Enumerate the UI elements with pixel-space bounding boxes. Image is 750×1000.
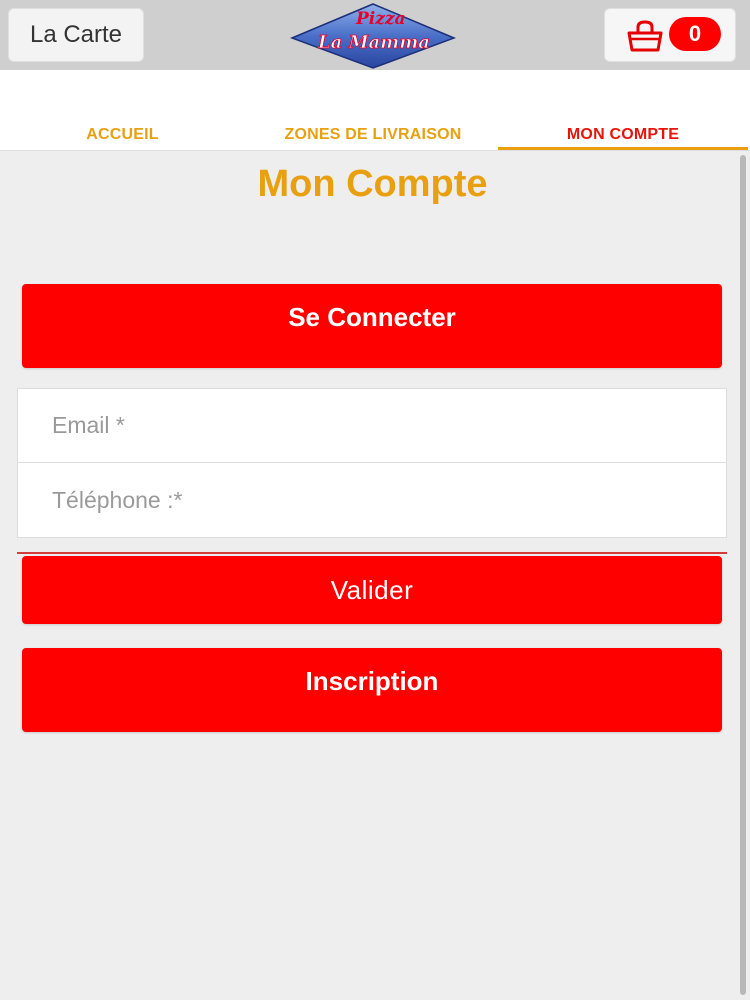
tab-zones-de-livraison[interactable]: ZONES DE LIVRAISON (250, 118, 496, 152)
pizza-la-mamma-logo[interactable]: Pizza La Mamma (288, 0, 458, 70)
cart-button[interactable]: 0 (604, 8, 736, 62)
account-page: Mon Compte Se Connecter Email * Téléphon… (0, 151, 750, 1000)
page-title: Mon Compte (257, 163, 488, 205)
shopping-bag-icon (627, 20, 663, 52)
scrollbar[interactable] (740, 155, 746, 995)
logo-text-pizza: Pizza (355, 9, 406, 29)
tab-accueil[interactable]: ACCUEIL (0, 118, 245, 152)
login-button[interactable]: Se Connecter (22, 284, 722, 368)
login-form: Email * Téléphone :* (17, 388, 727, 538)
submit-button[interactable]: Valider (22, 556, 722, 624)
signup-button[interactable]: Inscription (22, 648, 722, 732)
menu-button[interactable]: La Carte (8, 8, 144, 62)
cart-count-badge: 0 (669, 17, 721, 51)
form-divider (17, 552, 727, 554)
email-field[interactable]: Email * (18, 389, 726, 463)
tab-bar: ACCUEIL ZONES DE LIVRAISON MON COMPTE (0, 70, 750, 152)
logo-text-la-mamma: La Mamma (317, 32, 430, 53)
phone-field[interactable]: Téléphone :* (18, 463, 726, 537)
top-bar: La Carte Pizza La Mamma 0 (0, 0, 750, 70)
